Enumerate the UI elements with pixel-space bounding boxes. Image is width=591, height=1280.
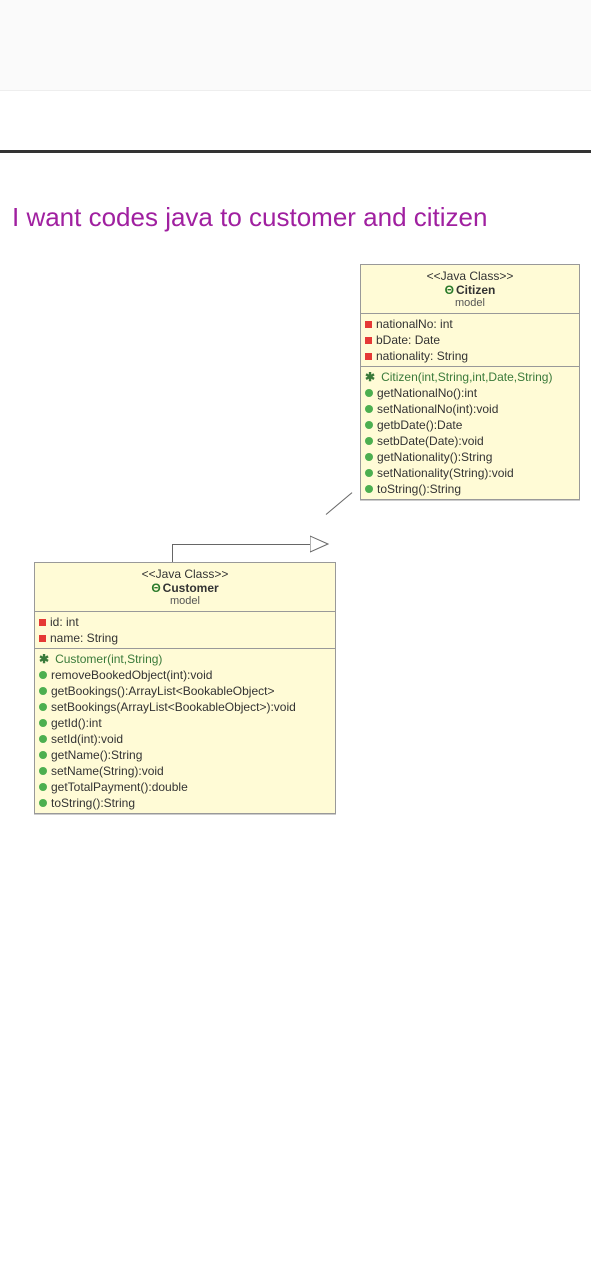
class-header: <<Java Class>> ΘCustomer model bbox=[35, 563, 335, 612]
stereotype-label: <<Java Class>> bbox=[41, 567, 329, 581]
member-row: setBookings(ArrayList<BookableObject>):v… bbox=[39, 699, 331, 715]
member-text: nationalNo: int bbox=[376, 317, 453, 331]
member-row: nationality: String bbox=[365, 348, 575, 364]
member-row: getTotalPayment():double bbox=[39, 779, 331, 795]
attributes-section: id: int name: String bbox=[35, 612, 335, 649]
member-row: setNationalNo(int):void bbox=[365, 401, 575, 417]
content-area: I want codes java to customer and citize… bbox=[12, 200, 579, 944]
member-text: setName(String):void bbox=[51, 764, 164, 778]
divider bbox=[0, 150, 591, 153]
page: { "title": "I want codes java to custome… bbox=[0, 0, 591, 1280]
top-bar bbox=[0, 0, 591, 91]
member-text: getTotalPayment():double bbox=[51, 780, 188, 794]
package-label: model bbox=[367, 297, 573, 309]
class-icon: Θ bbox=[445, 283, 454, 297]
public-visibility-icon bbox=[365, 437, 373, 445]
public-visibility-icon bbox=[365, 453, 373, 461]
stereotype-label: <<Java Class>> bbox=[367, 269, 573, 283]
member-row: nationalNo: int bbox=[365, 316, 575, 332]
member-text: Citizen(int,String,int,Date,String) bbox=[381, 370, 552, 384]
member-row: setNationality(String):void bbox=[365, 465, 575, 481]
package-label: model bbox=[41, 595, 329, 607]
operations-section: ✱ Customer(int,String) removeBookedObject(… bbox=[35, 649, 335, 813]
member-text: toString():String bbox=[377, 482, 461, 496]
public-visibility-icon bbox=[39, 687, 47, 695]
private-visibility-icon bbox=[365, 353, 372, 360]
class-name: Customer bbox=[163, 581, 219, 595]
member-text: name: String bbox=[50, 631, 118, 645]
public-visibility-icon bbox=[365, 421, 373, 429]
operations-section: ✱ Citizen(int,String,int,Date,String) getN… bbox=[361, 367, 579, 499]
constructor-icon: ✱ bbox=[365, 370, 375, 384]
private-visibility-icon bbox=[39, 635, 46, 642]
member-row: id: int bbox=[39, 614, 331, 630]
member-text: id: int bbox=[50, 615, 79, 629]
member-row: setbDate(Date):void bbox=[365, 433, 575, 449]
member-row: getBookings():ArrayList<BookableObject> bbox=[39, 683, 331, 699]
member-text: getName():String bbox=[51, 748, 142, 762]
public-visibility-icon bbox=[39, 671, 47, 679]
arrow-head-icon bbox=[310, 534, 330, 554]
member-row: removeBookedObject(int):void bbox=[39, 667, 331, 683]
member-row: getId():int bbox=[39, 715, 331, 731]
member-text: toString():String bbox=[51, 796, 135, 810]
public-visibility-icon bbox=[39, 783, 47, 791]
question-title: I want codes java to customer and citize… bbox=[12, 200, 579, 234]
private-visibility-icon bbox=[365, 321, 372, 328]
member-row: name: String bbox=[39, 630, 331, 646]
member-row: setId(int):void bbox=[39, 731, 331, 747]
attributes-section: nationalNo: int bDate: Date nationality: S… bbox=[361, 314, 579, 367]
private-visibility-icon bbox=[39, 619, 46, 626]
public-visibility-icon bbox=[365, 405, 373, 413]
public-visibility-icon bbox=[39, 703, 47, 711]
member-text: removeBookedObject(int):void bbox=[51, 668, 212, 682]
member-text: setBookings(ArrayList<BookableObject>):v… bbox=[51, 700, 296, 714]
member-row: getName():String bbox=[39, 747, 331, 763]
uml-class-customer: <<Java Class>> ΘCustomer model id: int na… bbox=[34, 562, 336, 814]
member-text: bDate: Date bbox=[376, 333, 440, 347]
member-text: nationality: String bbox=[376, 349, 468, 363]
member-text: setNationalNo(int):void bbox=[377, 402, 498, 416]
public-visibility-icon bbox=[39, 751, 47, 759]
member-text: getNationalNo():int bbox=[377, 386, 477, 400]
class-icon: Θ bbox=[151, 581, 160, 595]
member-row: toString():String bbox=[39, 795, 331, 811]
member-row: setName(String):void bbox=[39, 763, 331, 779]
public-visibility-icon bbox=[39, 799, 47, 807]
class-name: Citizen bbox=[456, 283, 495, 297]
member-text: setbDate(Date):void bbox=[377, 434, 484, 448]
member-text: setId(int):void bbox=[51, 732, 123, 746]
member-text: getId():int bbox=[51, 716, 102, 730]
constructor-icon: ✱ bbox=[39, 652, 49, 666]
member-text: setNationality(String):void bbox=[377, 466, 514, 480]
public-visibility-icon bbox=[39, 767, 47, 775]
uml-diagram: <<Java Class>> ΘCitizen model nationalNo… bbox=[12, 264, 579, 944]
public-visibility-icon bbox=[365, 485, 373, 493]
member-row: ✱ Citizen(int,String,int,Date,String) bbox=[365, 369, 575, 385]
public-visibility-icon bbox=[365, 469, 373, 477]
member-row: getbDate():Date bbox=[365, 417, 575, 433]
uml-class-citizen: <<Java Class>> ΘCitizen model nationalNo… bbox=[360, 264, 580, 500]
member-row: toString():String bbox=[365, 481, 575, 497]
member-text: getBookings():ArrayList<BookableObject> bbox=[51, 684, 274, 698]
member-text: Customer(int,String) bbox=[55, 652, 162, 666]
public-visibility-icon bbox=[39, 719, 47, 727]
member-text: getNationality():String bbox=[377, 450, 492, 464]
member-row: getNationality():String bbox=[365, 449, 575, 465]
class-header: <<Java Class>> ΘCitizen model bbox=[361, 265, 579, 314]
member-text: getbDate():Date bbox=[377, 418, 462, 432]
member-row: ✱ Customer(int,String) bbox=[39, 651, 331, 667]
member-row: getNationalNo():int bbox=[365, 385, 575, 401]
public-visibility-icon bbox=[39, 735, 47, 743]
private-visibility-icon bbox=[365, 337, 372, 344]
public-visibility-icon bbox=[365, 389, 373, 397]
member-row: bDate: Date bbox=[365, 332, 575, 348]
